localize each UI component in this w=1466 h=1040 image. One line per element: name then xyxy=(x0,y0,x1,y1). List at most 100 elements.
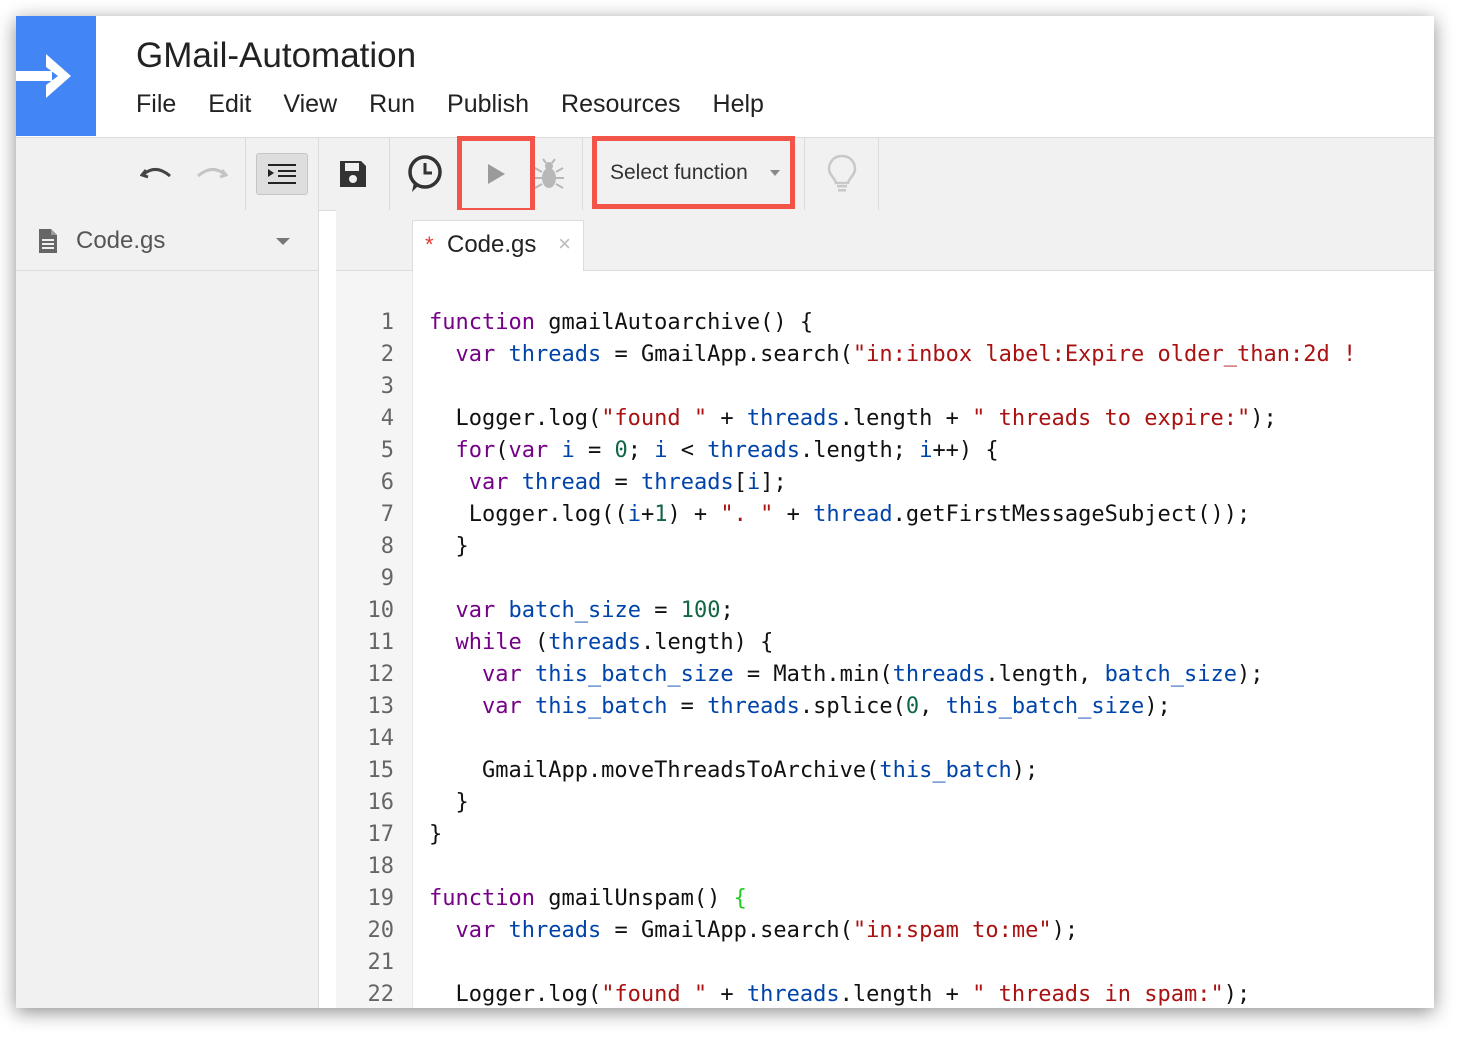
code-line[interactable]: 13 var this_batch = threads.splice(0, th… xyxy=(336,691,1434,723)
code-text: var thread = threads[i]; xyxy=(468,470,787,495)
code-line[interactable]: 1 function gmailAutoarchive() { xyxy=(336,307,1434,339)
code-text: var threads = GmailApp.search("in:spam t… xyxy=(455,918,1079,943)
select-function-dropdown[interactable]: Select function xyxy=(596,141,790,205)
code-text: var batch_size = 100; xyxy=(455,598,734,623)
line-number: 7 xyxy=(380,502,394,527)
code-line[interactable]: 22 Logger.log("found " + threads.length … xyxy=(336,979,1434,1008)
line-number: 17 xyxy=(367,822,395,847)
line-number: 3 xyxy=(380,374,394,399)
code-text: function gmailUnspam() { xyxy=(429,886,747,911)
undo-icon xyxy=(140,168,171,179)
code-text: Logger.log("found " + threads.length + "… xyxy=(429,982,1251,1007)
sidebar-file-item[interactable]: Code.gs xyxy=(16,210,318,271)
line-number: 15 xyxy=(367,758,395,783)
code-line[interactable]: 11 while (threads.length) { xyxy=(336,627,1434,659)
line-number: 13 xyxy=(367,694,395,719)
code-line[interactable]: 6 var thread = threads[i]; xyxy=(336,467,1434,499)
menu-file[interactable]: File xyxy=(136,90,176,122)
select-function-label: Select function xyxy=(610,161,748,184)
line-number: 12 xyxy=(367,662,395,687)
code-line[interactable]: 4 Logger.log("found " + threads.length +… xyxy=(336,403,1434,435)
menu-publish[interactable]: Publish xyxy=(447,90,529,122)
code-line[interactable]: 7 Logger.log((i+1) + ". " + thread.getFi… xyxy=(336,499,1434,531)
code-line[interactable]: 16 } xyxy=(336,787,1434,819)
code-line[interactable]: 20 var threads = GmailApp.search("in:spa… xyxy=(336,915,1434,947)
menu-edit[interactable]: Edit xyxy=(208,90,251,122)
code-text: var threads = GmailApp.search("in:inbox … xyxy=(455,342,1357,367)
triggers-button[interactable] xyxy=(400,138,450,210)
arrow-right-icon xyxy=(16,54,71,98)
code-line[interactable]: 10 var batch_size = 100; xyxy=(336,595,1434,627)
apps-script-window: GMail-Automation File Edit View Run Publ… xyxy=(16,16,1434,1008)
code-text: var this_batch_size = Math.min(threads.l… xyxy=(481,662,1264,687)
project-title[interactable]: GMail-Automation xyxy=(136,36,416,76)
save-button[interactable] xyxy=(328,138,378,210)
code-text: } xyxy=(429,534,469,559)
code-text: GmailApp.moveThreadsToArchive(this_batch… xyxy=(429,758,1039,783)
code-line[interactable]: 17} xyxy=(336,819,1434,851)
code-line[interactable]: 21 xyxy=(336,947,1434,979)
chevron-down-icon[interactable] xyxy=(276,238,290,245)
document-icon xyxy=(39,229,57,253)
redo-button[interactable] xyxy=(188,138,234,210)
editor-tab-bar: * Code.gs × xyxy=(336,210,1434,272)
line-number: 8 xyxy=(380,534,394,559)
menu-bar: File Edit View Run Publish Resources Hel… xyxy=(136,90,796,122)
sidebar-file-name: Code.gs xyxy=(76,227,166,254)
apps-script-logo[interactable] xyxy=(16,16,96,136)
line-number: 16 xyxy=(367,790,395,815)
debug-icon xyxy=(534,158,564,189)
redo-icon xyxy=(197,168,228,179)
line-number: 20 xyxy=(367,918,395,943)
code-text: Logger.log((i+1) + ". " + thread.getFirs… xyxy=(429,502,1251,527)
code-line[interactable]: 5 for(var i = 0; i < threads.length; i++… xyxy=(336,435,1434,467)
menu-resources[interactable]: Resources xyxy=(561,90,681,122)
code-text: } xyxy=(429,790,469,815)
line-number: 6 xyxy=(380,470,394,495)
code-text: } xyxy=(429,822,443,847)
line-number: 2 xyxy=(380,342,394,367)
triggers-icon xyxy=(408,155,442,192)
lightbulb-button[interactable] xyxy=(816,138,868,210)
code-line[interactable]: 15 GmailApp.moveThreadsToArchive(this_ba… xyxy=(336,755,1434,787)
run-button[interactable] xyxy=(468,138,524,210)
save-icon xyxy=(340,161,366,187)
code-line[interactable]: 18 xyxy=(336,851,1434,883)
code-line[interactable]: 12 var this_batch_size = Math.min(thread… xyxy=(336,659,1434,691)
line-number: 4 xyxy=(380,406,394,431)
menu-view[interactable]: View xyxy=(283,90,337,122)
line-number: 5 xyxy=(380,438,394,463)
line-number: 11 xyxy=(367,630,395,655)
menu-run[interactable]: Run xyxy=(369,90,415,122)
indent-icon xyxy=(268,164,296,184)
code-text: function gmailAutoarchive() { xyxy=(429,310,814,335)
line-number: 21 xyxy=(367,950,395,975)
tab-label: Code.gs xyxy=(447,231,537,258)
code-text: Logger.log("found " + threads.length + "… xyxy=(429,406,1277,431)
menu-help[interactable]: Help xyxy=(713,90,764,122)
code-line[interactable]: 14 xyxy=(336,723,1434,755)
line-number: 22 xyxy=(367,982,395,1007)
code-line[interactable]: 8 } xyxy=(336,531,1434,563)
code-text: while (threads.length) { xyxy=(455,630,774,655)
close-icon[interactable]: × xyxy=(558,231,571,257)
code-line[interactable]: 2 var threads = GmailApp.search("in:inbo… xyxy=(336,339,1434,371)
code-line[interactable]: 9 xyxy=(336,563,1434,595)
line-number: 18 xyxy=(367,854,395,879)
line-number: 14 xyxy=(367,726,395,751)
run-icon xyxy=(488,164,505,184)
code-editor[interactable]: 1 function gmailAutoarchive() {2 var thre… xyxy=(336,271,1434,1008)
line-number: 9 xyxy=(380,566,394,591)
undo-button[interactable] xyxy=(134,138,180,210)
code-line[interactable]: 3 xyxy=(336,371,1434,403)
unsaved-marker: * xyxy=(425,232,434,257)
line-number: 19 xyxy=(367,886,395,911)
chevron-down-icon xyxy=(770,170,780,176)
indent-button[interactable] xyxy=(254,138,310,210)
debug-button[interactable] xyxy=(526,138,572,210)
code-line[interactable]: 19 function gmailUnspam() { xyxy=(336,883,1434,915)
line-number: 10 xyxy=(367,598,395,623)
tab-code-gs[interactable]: * Code.gs × xyxy=(412,220,584,272)
lightbulb-icon xyxy=(827,154,857,192)
code-text: var this_batch = threads.splice(0, this_… xyxy=(481,694,1171,719)
